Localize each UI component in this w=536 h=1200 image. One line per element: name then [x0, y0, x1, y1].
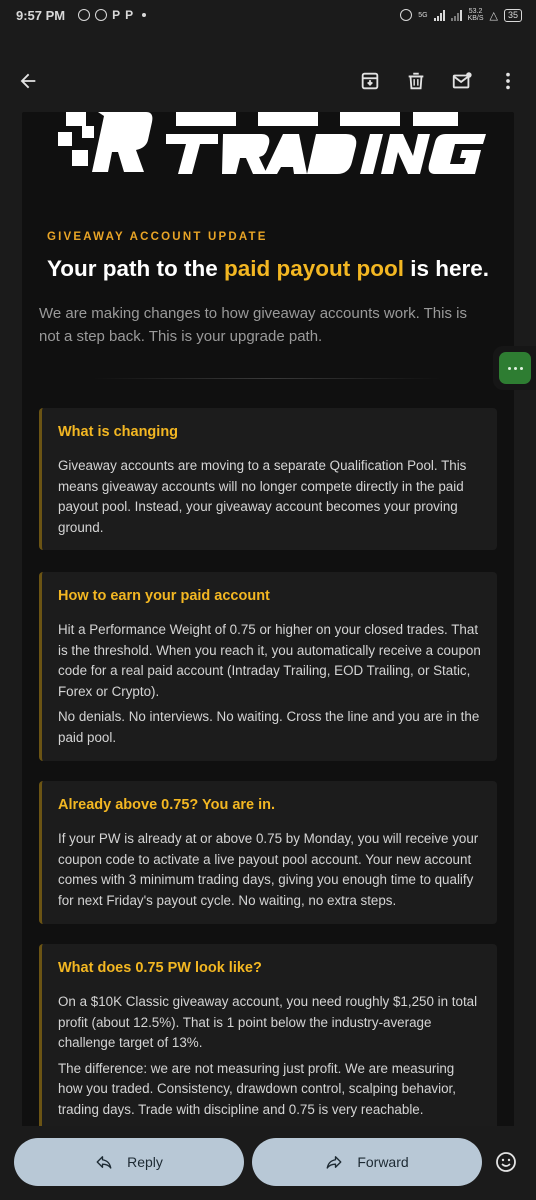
reply-button[interactable]: Reply: [14, 1138, 244, 1186]
card-title: What does 0.75 PW look like?: [58, 960, 262, 976]
headline-post: is here.: [404, 256, 490, 281]
hotspot-icon: △: [489, 9, 498, 22]
card-text: Giveaway accounts are moving to a separa…: [58, 458, 467, 535]
forward-icon: [326, 1156, 342, 1169]
rev-one-trading-logo: [58, 112, 486, 174]
info-card-pw-example: What does 0.75 PW look like? On a $10K C…: [39, 944, 497, 1127]
archive-icon[interactable]: [356, 67, 384, 95]
card-text: No denials. No interviews. No waiting. C…: [58, 709, 480, 745]
reply-icon: [96, 1156, 112, 1169]
info-card-already-above: Already above 0.75? You are in. If your …: [39, 781, 497, 924]
card-title: What is changing: [58, 424, 179, 440]
email-headline: Your path to the paid payout pool is her…: [22, 256, 514, 282]
info-card-earn-paid-account: How to earn your paid account Hit a Perf…: [39, 572, 497, 761]
section-divider: [92, 378, 442, 379]
net-type: 5G: [418, 11, 428, 19]
forward-label: Forward: [357, 1154, 409, 1170]
headline-highlight: paid payout pool: [224, 256, 405, 281]
status-bar: 9:57 PM P P 5G 53.2 KB/S △ 35: [0, 0, 536, 30]
email-screen: 9:57 PM P P 5G 53.2 KB/S △ 35 GIVEAWAY A…: [0, 0, 536, 1200]
data-speed-value: 53.2: [468, 8, 483, 15]
headline-pre: Your path to the: [46, 256, 225, 281]
back-arrow-icon[interactable]: [14, 67, 42, 95]
more-vert-icon[interactable]: [494, 67, 522, 95]
card-text: The difference: we are not measuring jus…: [58, 1060, 456, 1117]
data-speed: 53.2 KB/S: [468, 8, 484, 22]
card-title: How to earn your paid account: [58, 588, 270, 604]
delete-icon[interactable]: [402, 67, 430, 95]
card-text: If your PW is already at or above 0.75 b…: [58, 831, 479, 908]
bottom-action-bar: Reply Forward: [0, 1126, 536, 1200]
top-app-bar: [0, 52, 536, 110]
info-card-what-is-changing: What is changing Giveaway accounts are m…: [39, 408, 497, 550]
floating-chat-bubble-icon[interactable]: [499, 352, 531, 384]
data-speed-unit: KB/S: [467, 15, 484, 22]
status-left: 9:57 PM P P: [16, 7, 147, 23]
email-eyebrow: GIVEAWAY ACCOUNT UPDATE: [47, 231, 268, 243]
signal-icon: [433, 9, 445, 21]
toolbar-actions: [356, 67, 522, 95]
forward-button[interactable]: Forward: [252, 1138, 482, 1186]
mark-unread-icon[interactable]: [448, 67, 476, 95]
battery-level: 35: [507, 9, 518, 20]
messenger-icon: [95, 9, 108, 21]
more-notifications-dot-icon: [142, 13, 147, 17]
p-app-icon-2: P: [125, 8, 134, 22]
emoji-icon[interactable]: [492, 1148, 520, 1176]
card-text: On a $10K Classic giveaway account, you …: [58, 994, 478, 1050]
whatsapp-icon: [78, 9, 91, 21]
alarm-icon: [400, 9, 413, 21]
card-title: Already above 0.75? You are in.: [58, 797, 276, 813]
reply-label: Reply: [127, 1154, 163, 1170]
status-right: 5G 53.2 KB/S △ 35: [400, 8, 522, 22]
battery-icon: 35: [503, 8, 522, 22]
p-app-icon: P: [112, 8, 121, 22]
card-text: Hit a Performance Weight of 0.75 or high…: [58, 622, 481, 699]
signal-icon-2: [450, 9, 462, 21]
net-speed-indicator: 5G: [418, 12, 427, 19]
email-body: GIVEAWAY ACCOUNT UPDATE Your path to the…: [22, 112, 514, 1127]
email-intro: We are making changes to how giveaway ac…: [39, 305, 467, 345]
status-time: 9:57 PM: [16, 7, 66, 23]
